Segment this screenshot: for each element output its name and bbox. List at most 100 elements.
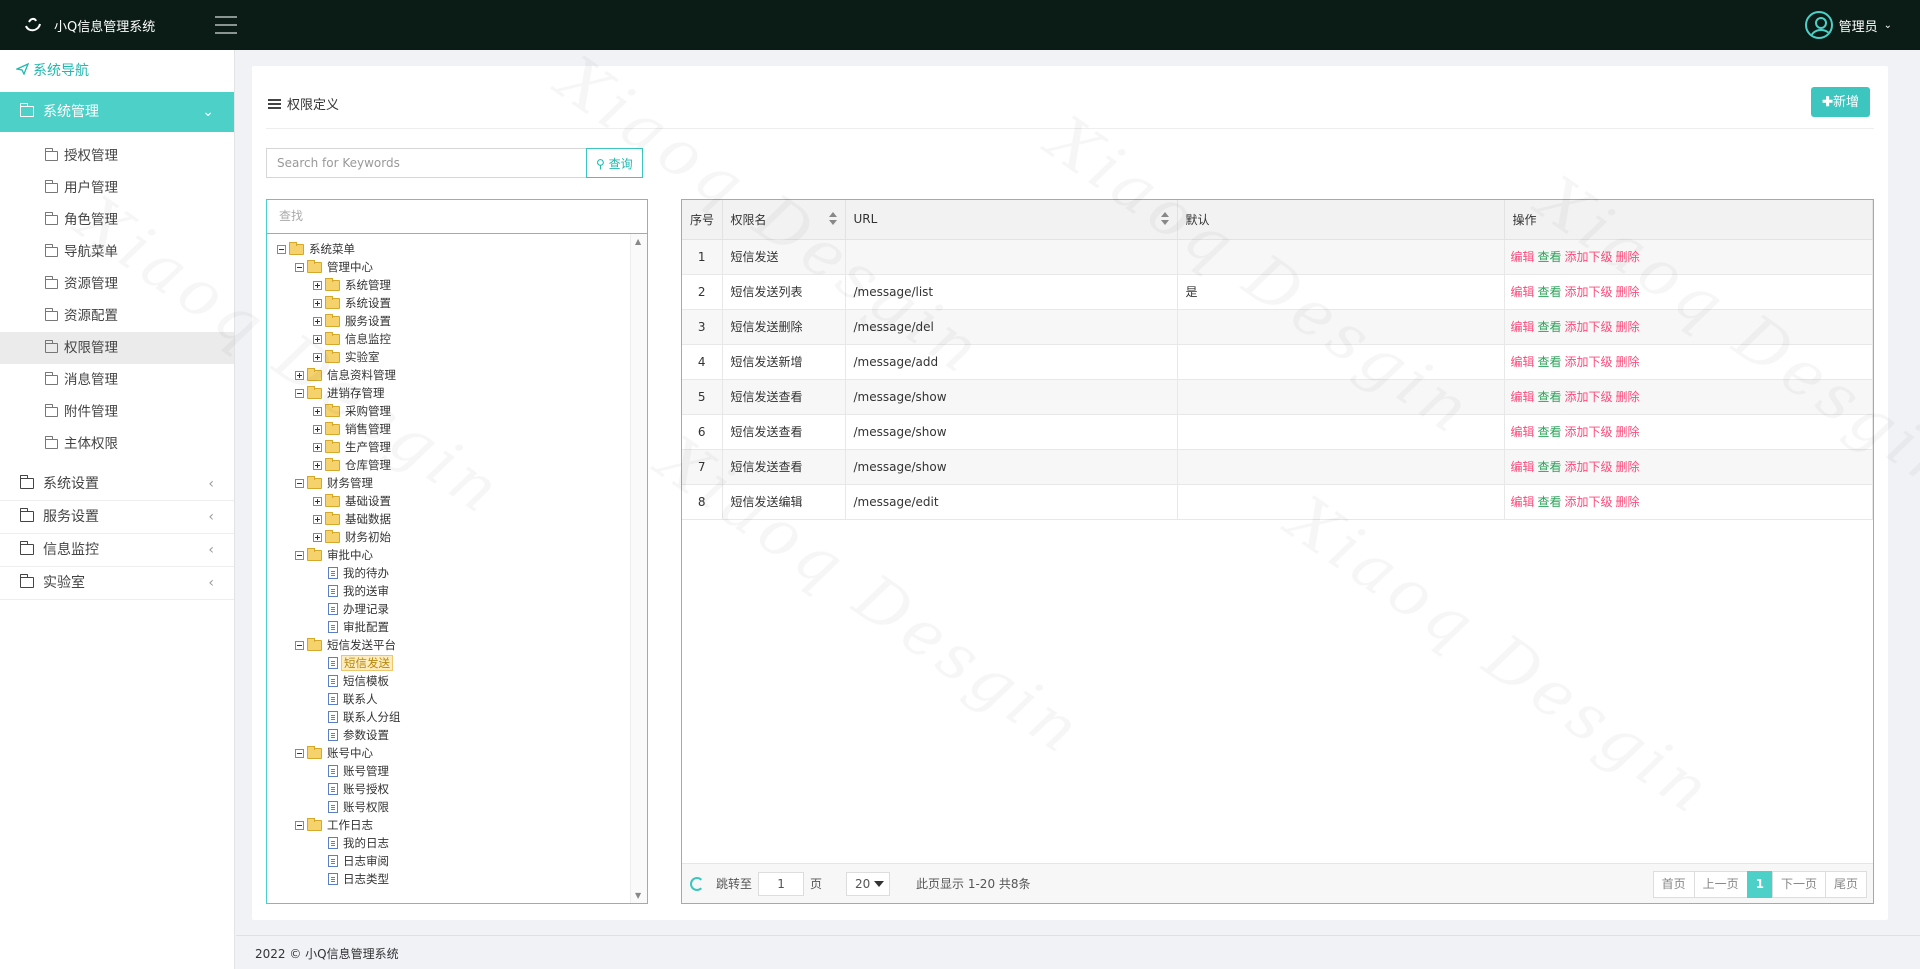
table-row[interactable]: 1 短信发送 编辑 查看 添加下级 删除 — [682, 239, 1873, 275]
add-child-link[interactable]: 添加下级 — [1565, 250, 1613, 264]
tree-node[interactable]: 系统设置 — [277, 294, 630, 312]
table-row[interactable]: 8 短信发送编辑/message/edit 编辑 查看 添加下级 删除 — [682, 484, 1873, 520]
tree-node-label[interactable]: 基础数据 — [343, 510, 393, 528]
delete-link[interactable]: 删除 — [1616, 250, 1640, 264]
tree-node-label[interactable]: 基础设置 — [343, 492, 393, 510]
sidebar-group[interactable]: 实验室 ‹ — [0, 567, 234, 600]
expand-icon[interactable] — [313, 424, 322, 434]
sidebar-group-system-management[interactable]: 系统管理 ⌄ — [0, 92, 234, 132]
tree-node-label[interactable]: 参数设置 — [341, 726, 391, 744]
next-page-button[interactable]: 下一页 — [1771, 871, 1826, 898]
sort-icon[interactable] — [828, 212, 837, 226]
tree-node[interactable]: 账号权限 — [277, 798, 630, 816]
tree-node-label[interactable]: 生产管理 — [343, 438, 393, 456]
tree-node[interactable]: 管理中心 — [277, 258, 630, 276]
sidebar-subitem[interactable]: 角色管理 — [0, 204, 234, 236]
prev-page-button[interactable]: 上一页 — [1693, 871, 1748, 898]
sidebar-subitem[interactable]: 资源管理 — [0, 268, 234, 300]
col-header-name[interactable]: 权限名 — [722, 200, 846, 240]
tree-node[interactable]: 审批配置 — [277, 618, 630, 636]
edit-link[interactable]: 编辑 — [1511, 390, 1535, 404]
refresh-icon[interactable] — [690, 876, 704, 891]
first-page-button[interactable]: 首页 — [1652, 871, 1695, 898]
tree-node-label[interactable]: 服务设置 — [343, 312, 393, 330]
tree-node-label[interactable]: 我的送审 — [341, 582, 391, 600]
tree-node[interactable]: 财务初始 — [277, 528, 630, 546]
tree-node[interactable]: 办理记录 — [277, 600, 630, 618]
tree-node[interactable]: 销售管理 — [277, 420, 630, 438]
sidebar-subitem[interactable]: 资源配置 — [0, 300, 234, 332]
tree-node[interactable]: 短信发送 — [277, 654, 630, 672]
sidebar-subitem[interactable]: 导航菜单 — [0, 236, 234, 268]
delete-link[interactable]: 删除 — [1616, 425, 1640, 439]
view-link[interactable]: 查看 — [1538, 320, 1562, 334]
add-child-link[interactable]: 添加下级 — [1565, 460, 1613, 474]
tree-node-label[interactable]: 短信发送平台 — [325, 636, 398, 654]
sidebar-subitem[interactable]: 消息管理 — [0, 364, 234, 396]
tree-node-label[interactable]: 我的待办 — [341, 564, 391, 582]
page-size-select[interactable]: 20 — [846, 871, 891, 896]
collapse-icon[interactable] — [295, 478, 304, 488]
view-link[interactable]: 查看 — [1538, 460, 1562, 474]
tree-node-label[interactable]: 我的日志 — [341, 834, 391, 852]
tree-node[interactable]: 财务管理 — [277, 474, 630, 492]
expand-icon[interactable] — [313, 280, 322, 290]
collapse-icon[interactable] — [295, 262, 304, 272]
tree-node[interactable]: 实验室 — [277, 348, 630, 366]
tree-node[interactable]: 联系人 — [277, 690, 630, 708]
view-link[interactable]: 查看 — [1538, 425, 1562, 439]
tree-node[interactable]: 信息资料管理 — [277, 366, 630, 384]
edit-link[interactable]: 编辑 — [1511, 250, 1535, 264]
tree-node-label[interactable]: 系统菜单 — [307, 240, 357, 258]
tree-node[interactable]: 联系人分组 — [277, 708, 630, 726]
expand-icon[interactable] — [313, 352, 322, 362]
tree-node-label[interactable]: 管理中心 — [325, 258, 375, 276]
tree-node[interactable]: 基础数据 — [277, 510, 630, 528]
expand-icon[interactable] — [313, 298, 322, 308]
tree-node-label[interactable]: 短信发送 — [341, 655, 393, 671]
view-link[interactable]: 查看 — [1538, 495, 1562, 509]
expand-icon[interactable] — [313, 442, 322, 452]
collapse-icon[interactable] — [295, 550, 304, 560]
add-child-link[interactable]: 添加下级 — [1565, 390, 1613, 404]
table-row[interactable]: 7 短信发送查看/message/show 编辑 查看 添加下级 删除 — [682, 449, 1873, 485]
tree-node-label[interactable]: 实验室 — [343, 348, 382, 366]
tree-node[interactable]: 日志类型 — [277, 870, 630, 888]
tree-node-label[interactable]: 账号权限 — [341, 798, 391, 816]
table-row[interactable]: 3 短信发送删除/message/del 编辑 查看 添加下级 删除 — [682, 309, 1873, 345]
sidebar-subitem[interactable]: 权限管理 — [0, 332, 234, 364]
tree-node[interactable]: 账号管理 — [277, 762, 630, 780]
sidebar-group[interactable]: 系统设置 ‹ — [0, 468, 234, 501]
tree-node[interactable]: 我的送审 — [277, 582, 630, 600]
tree-node-label[interactable]: 审批配置 — [341, 618, 391, 636]
tree-node-label[interactable]: 财务初始 — [343, 528, 393, 546]
tree-node[interactable]: 仓库管理 — [277, 456, 630, 474]
sort-icon[interactable] — [1160, 212, 1169, 226]
tree-node-label[interactable]: 系统设置 — [343, 294, 393, 312]
delete-link[interactable]: 删除 — [1616, 320, 1640, 334]
tree-node-label[interactable]: 财务管理 — [325, 474, 375, 492]
view-link[interactable]: 查看 — [1538, 285, 1562, 299]
expand-icon[interactable] — [313, 316, 322, 326]
tree-node[interactable]: 账号中心 — [277, 744, 630, 762]
sidebar-group[interactable]: 信息监控 ‹ — [0, 534, 234, 567]
table-row[interactable]: 6 短信发送查看/message/show 编辑 查看 添加下级 删除 — [682, 414, 1873, 450]
view-link[interactable]: 查看 — [1538, 250, 1562, 264]
tree-node-label[interactable]: 日志类型 — [341, 870, 391, 888]
add-child-link[interactable]: 添加下级 — [1565, 285, 1613, 299]
tree-node-label[interactable]: 账号中心 — [325, 744, 375, 762]
scroll-up-icon[interactable]: ▲ — [635, 237, 641, 246]
collapse-icon[interactable] — [295, 748, 304, 758]
add-child-link[interactable]: 添加下级 — [1565, 495, 1613, 509]
view-link[interactable]: 查看 — [1538, 390, 1562, 404]
tree-scrollbar[interactable]: ▲ ▼ — [630, 234, 647, 903]
table-row[interactable]: 4 短信发送新增/message/add 编辑 查看 添加下级 删除 — [682, 344, 1873, 380]
view-link[interactable]: 查看 — [1538, 355, 1562, 369]
delete-link[interactable]: 删除 — [1616, 390, 1640, 404]
tree-node[interactable]: 进销存管理 — [277, 384, 630, 402]
tree-node[interactable]: 服务设置 — [277, 312, 630, 330]
jump-page-input[interactable]: 1 — [758, 871, 805, 896]
expand-icon[interactable] — [313, 460, 322, 470]
tree-node-label[interactable]: 采购管理 — [343, 402, 393, 420]
tree-node-label[interactable]: 系统管理 — [343, 276, 393, 294]
